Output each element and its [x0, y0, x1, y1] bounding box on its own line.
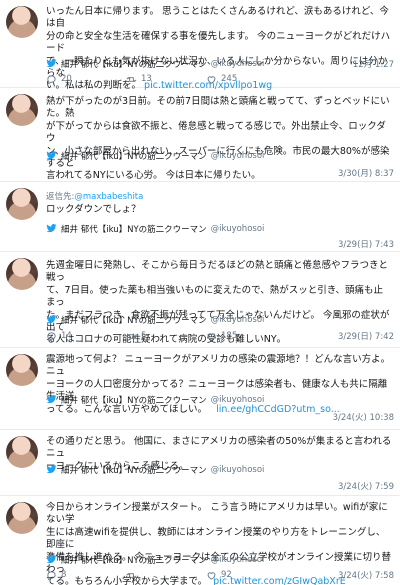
tweet-feed: いったん日本に帰ります。 思うことはたくさんあるけれど、涙もあるけれど、今は自 …	[0, 0, 400, 585]
tweet-time-row: 3/24(火) 7:59	[46, 479, 394, 492]
avatar[interactable]	[6, 436, 38, 468]
tweet-actions: 20 13 245	[46, 73, 286, 85]
tweet-meta: 細井 郁代【iku】NYの筋二クウーマン @ikuyohosoi	[46, 149, 394, 162]
account-handle[interactable]: @ikuyohosoi	[211, 151, 265, 161]
avatar[interactable]	[6, 188, 38, 220]
twitter-bird-icon	[46, 554, 57, 565]
tweet[interactable]: 先週金曜日に発熱し、そこから毎日うだるほどの熱と頭痛と倦怠感やフラつきと戦っ て…	[0, 252, 400, 348]
retweet-button[interactable]: 13	[126, 74, 206, 85]
account-name[interactable]: 細井 郁代【iku】NYの筋二クウーマン	[61, 223, 207, 235]
tweet-text: ロックダウンでしょ？	[46, 204, 141, 215]
account-handle[interactable]: @ikuyohosoi	[211, 59, 265, 69]
avatar[interactable]	[6, 94, 38, 126]
tweet-meta: 細井 郁代【iku】NYの筋二クウーマン @ikuyohosoi	[46, 222, 394, 235]
heart-icon	[207, 75, 216, 84]
tweet-time-row: 3/29(日) 7:42	[46, 329, 394, 342]
tweet-text: 震源地って何よ？ ニューヨークがアメリカの感染の震源地？！どんな言い方よ。 ニュ…	[46, 354, 394, 415]
tweet-meta: 細井 郁代【iku】NYの筋二クウーマン @ikuyohosoi	[46, 313, 394, 326]
tweet-timestamp[interactable]: 3/30(月) 8:37	[338, 167, 394, 179]
twitter-bird-icon	[46, 464, 57, 475]
account-handle[interactable]: @ikuyohosoi	[211, 224, 265, 234]
tweet[interactable]: 返信先:@maxbabeshita ロックダウンでしょ？ 細井 郁代【iku】N…	[0, 182, 400, 252]
account-handle[interactable]: @ikuyohosoi	[211, 555, 265, 565]
like-button[interactable]: 245	[206, 74, 286, 85]
twitter-bird-icon	[46, 223, 57, 234]
tweet-timestamp[interactable]: 3/24(火) 7:59	[338, 480, 394, 492]
account-handle[interactable]: @ikuyohosoi	[211, 315, 265, 325]
tweet-timestamp[interactable]: 3/29(日) 7:42	[338, 330, 394, 342]
tweet-timestamp[interactable]: 3/29(日) 7:43	[338, 238, 394, 250]
reply-icon	[47, 74, 56, 84]
twitter-bird-icon	[46, 314, 57, 325]
tweet-timestamp[interactable]: 12月 1:27	[353, 58, 394, 70]
tweet[interactable]: 震源地って何よ？ ニューヨークがアメリカの感染の震源地？！どんな言い方よ。 ニュ…	[0, 348, 400, 430]
reply-context: 返信先:@maxbabeshita	[46, 192, 144, 202]
twitter-bird-icon	[46, 394, 57, 405]
tweet-time-row: 3/29(日) 7:43	[46, 237, 394, 250]
tweet-meta: 細井 郁代【iku】NYの筋二クウーマン @ikuyohosoi 12月 1:2…	[46, 57, 394, 70]
tweet[interactable]: その通りだと思う。 他国に、まさにアメリカの感染者の50%が集まると言われるニュ…	[0, 430, 400, 496]
twitter-bird-icon	[46, 150, 57, 161]
retweet-icon	[126, 76, 137, 82]
tweet-time-row: 3/24(火) 10:38	[46, 410, 394, 423]
tweet[interactable]: 今日からオンライン授業がスタート。 こう言う時にアメリカは早い。wifiが家にな…	[0, 496, 400, 585]
account-name[interactable]: 細井 郁代【iku】NYの筋二クウーマン	[61, 554, 207, 566]
tweet-time-row: 3/30(月) 8:37	[46, 166, 394, 179]
account-handle[interactable]: @ikuyohosoi	[211, 465, 265, 475]
account-handle[interactable]: @ikuyohosoi	[211, 395, 265, 405]
account-name[interactable]: 細井 郁代【iku】NYの筋二クウーマン	[61, 464, 207, 476]
avatar[interactable]	[6, 502, 38, 534]
account-name[interactable]: 細井 郁代【iku】NYの筋二クウーマン	[61, 150, 207, 162]
avatar[interactable]	[6, 258, 38, 290]
tweet[interactable]: 熱が下がったのが3日前。その前7日間は熱と頭痛と戦ってて、ずっとベッドにいた。熱…	[0, 88, 400, 182]
tweet[interactable]: いったん日本に帰ります。 思うことはたくさんあるけれど、涙もあるけれど、今は自 …	[0, 0, 400, 91]
tweet-meta: 細井 郁代【iku】NYの筋二クウーマン @ikuyohosoi	[46, 553, 394, 566]
account-name[interactable]: 細井 郁代【iku】NYの筋二クウーマン	[61, 314, 207, 326]
account-name[interactable]: 細井 郁代【iku】NYの筋二クウーマン	[61, 58, 207, 70]
tweet-timestamp[interactable]: 3/24(火) 7:58	[338, 569, 394, 581]
tweet-meta: 細井 郁代【iku】NYの筋二クウーマン @ikuyohosoi	[46, 393, 394, 406]
tweet-timestamp[interactable]: 3/24(火) 10:38	[333, 411, 394, 423]
reply-handle[interactable]: @maxbabeshita	[74, 192, 143, 202]
account-name[interactable]: 細井 郁代【iku】NYの筋二クウーマン	[61, 394, 207, 406]
tweet-time-row: 3/24(火) 7:58	[46, 568, 394, 581]
twitter-bird-icon	[46, 58, 57, 69]
reply-button[interactable]: 20	[46, 74, 126, 85]
tweet-meta: 細井 郁代【iku】NYの筋二クウーマン @ikuyohosoi	[46, 463, 394, 476]
avatar[interactable]	[6, 354, 38, 386]
avatar[interactable]	[6, 6, 38, 38]
